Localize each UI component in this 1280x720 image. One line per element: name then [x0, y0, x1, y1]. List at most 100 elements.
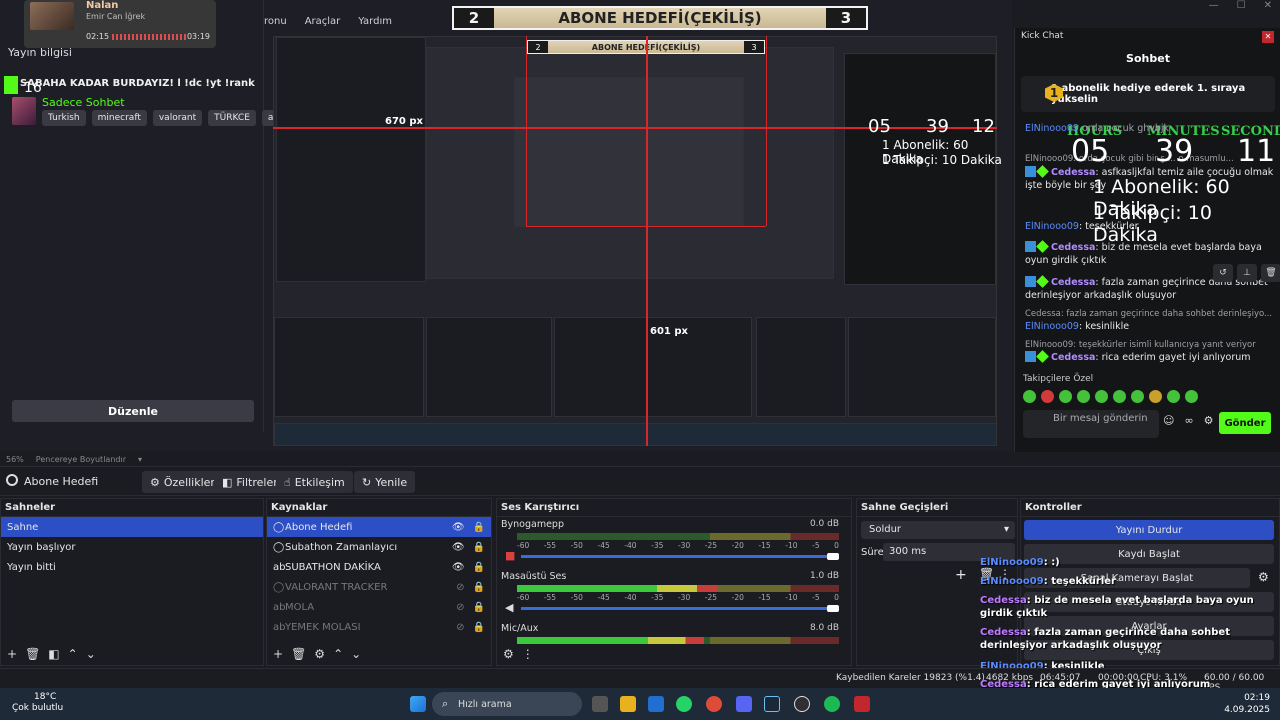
lock-icon[interactable]: 🔒 — [473, 522, 485, 533]
file-explorer-icon[interactable] — [620, 696, 636, 712]
weather-widget[interactable]: 18°C Çok bulutlu — [12, 692, 63, 714]
speaker-muted-icon[interactable]: ■ — [505, 549, 515, 562]
eye-icon[interactable]: 👁 — [452, 562, 465, 573]
lock-icon[interactable]: 🔒 — [473, 602, 485, 613]
source-item[interactable]: ab MOLA ⊘ 🔒 — [267, 597, 491, 617]
refresh-button[interactable]: ↻ Yenile — [354, 471, 416, 493]
trash-icon[interactable]: 🗑 — [25, 647, 40, 661]
emote-icon[interactable] — [1041, 390, 1054, 403]
scene-item[interactable]: Sahne — [1, 517, 263, 537]
lock-icon[interactable]: 🔒 — [473, 622, 485, 633]
emote-icon[interactable] — [1185, 390, 1198, 403]
interact-button[interactable]: ☝ Etkileşim — [276, 471, 353, 493]
minimize-icon[interactable]: — — [1209, 0, 1219, 14]
eye-off-icon[interactable]: ⊘ — [456, 622, 464, 633]
emote-icon[interactable] — [1167, 390, 1180, 403]
lock-icon[interactable]: 🔒 — [473, 562, 485, 573]
lock-icon[interactable]: 🔒 — [473, 542, 485, 553]
emote-icon[interactable] — [1023, 390, 1036, 403]
tag[interactable]: Turkish — [42, 110, 86, 126]
stop-streaming-button[interactable]: Yayını Durdur — [1024, 520, 1274, 540]
chat-message-input[interactable]: Bir mesaj gönderin — [1023, 410, 1159, 438]
steam-icon[interactable] — [764, 696, 780, 712]
system-clock[interactable]: 02:19 4.09.2025 — [1224, 692, 1270, 716]
add-icon[interactable]: + — [273, 647, 283, 661]
eye-icon[interactable]: 👁 — [452, 542, 465, 553]
menu-item-help[interactable]: Yardım — [356, 16, 394, 32]
scene-item[interactable]: Yayın başlıyor — [1, 537, 263, 557]
source-item[interactable]: ◯ VALORANT TRACKER ⊘ 🔒 — [267, 577, 491, 597]
windows-start-icon[interactable] — [410, 696, 426, 712]
chat-username[interactable]: ElNinooo09 — [1025, 321, 1079, 332]
source-item[interactable]: ◯ Subathon Zamanlayıcı 👁 🔒 — [267, 537, 491, 557]
volume-slider[interactable] — [521, 555, 839, 558]
taskbar-search[interactable]: Hızlı arama — [432, 692, 582, 716]
emote-icon[interactable] — [1113, 390, 1126, 403]
trash-icon[interactable]: 🗑 — [291, 647, 306, 661]
emote-icon[interactable] — [1077, 390, 1090, 403]
source-item[interactable]: ◯ Abone Hedefi 👁 🔒 — [267, 517, 491, 537]
chat-username[interactable]: ElNinooo09 — [1025, 123, 1079, 134]
send-message-button[interactable]: Gönder — [1219, 412, 1271, 434]
chat-username[interactable]: Cedessa — [1051, 352, 1095, 363]
eye-icon[interactable]: 👁 — [452, 522, 465, 533]
tag[interactable]: minecraft — [91, 110, 147, 126]
gift-icon[interactable]: ∞ — [1184, 414, 1193, 427]
close-icon[interactable]: ✕ — [1264, 0, 1272, 14]
delete-icon[interactable]: 🗑 — [1261, 264, 1280, 282]
settings-gear-icon[interactable]: ⚙ — [1258, 570, 1269, 584]
chat-username[interactable]: Cedessa — [1051, 277, 1095, 288]
chevron-down-icon[interactable]: ⌄ — [351, 647, 361, 661]
scene-item[interactable]: Yayın bitti — [1, 557, 263, 577]
filter-icon[interactable]: ◧ — [48, 647, 59, 661]
add-icon[interactable]: + — [7, 647, 17, 661]
volume-slider[interactable] — [521, 607, 839, 610]
transition-select[interactable]: Soldur ▾ — [861, 521, 1015, 539]
reply-icon[interactable]: ↺ — [1213, 264, 1233, 282]
emote-icon[interactable] — [1059, 390, 1072, 403]
more-icon[interactable]: ⋮ — [522, 647, 534, 661]
menu-item-tools[interactable]: Araçlar — [303, 16, 343, 32]
chevron-down-icon[interactable]: ▾ — [138, 455, 142, 464]
menu-item[interactable]: ronu — [262, 16, 289, 32]
source-item[interactable]: ab YEMEK MOLASI ⊘ 🔒 — [267, 617, 491, 637]
zoom-mode-select[interactable]: Pencereye Boyutlandır — [36, 455, 126, 464]
whatsapp-icon[interactable] — [676, 696, 692, 712]
volume-slider-handle[interactable] — [827, 553, 839, 560]
maximize-icon[interactable]: ☐ — [1237, 0, 1246, 14]
chat-username[interactable]: Cedessa — [1051, 242, 1095, 253]
tag[interactable]: valorant — [152, 110, 203, 126]
task-view-icon[interactable] — [592, 696, 608, 712]
edit-stream-button[interactable]: Düzenle — [12, 400, 254, 422]
emote-icon[interactable] — [1131, 390, 1144, 403]
speaker-icon[interactable]: ◀ — [505, 601, 513, 614]
chrome-icon[interactable] — [706, 696, 722, 712]
tag[interactable]: TÜRKCE — [208, 110, 256, 126]
eye-off-icon[interactable]: ⊘ — [456, 602, 464, 613]
filters-button[interactable]: ◧ Filtreler — [214, 471, 286, 493]
add-icon[interactable]: + — [955, 567, 967, 583]
start-recording-button[interactable]: Kaydı Başlat — [1024, 544, 1274, 564]
volume-slider-handle[interactable] — [827, 605, 839, 612]
emote-icon[interactable] — [1149, 390, 1162, 403]
outlook-icon[interactable] — [648, 696, 664, 712]
emoji-icon[interactable]: ☺ — [1163, 414, 1174, 427]
eye-off-icon[interactable]: ⊘ — [456, 582, 464, 593]
obs-icon[interactable] — [794, 696, 810, 712]
settings-gear-icon[interactable]: ⚙ — [1204, 414, 1214, 427]
chevron-down-icon[interactable]: ⌄ — [86, 647, 96, 661]
discord-icon[interactable] — [736, 696, 752, 712]
app-icon[interactable] — [854, 696, 870, 712]
close-icon[interactable]: ✕ — [1262, 31, 1274, 43]
properties-button[interactable]: ⚙ Özellikler — [142, 471, 223, 493]
settings-gear-icon[interactable]: ⚙ — [503, 647, 514, 661]
chevron-up-icon[interactable]: ⌃ — [68, 647, 78, 661]
spotify-icon[interactable] — [824, 696, 840, 712]
pin-icon[interactable]: ⊥ — [1237, 264, 1257, 282]
source-item[interactable]: ab SUBATHON DAKİKA 👁 🔒 — [267, 557, 491, 577]
gear-icon[interactable]: ⚙ — [314, 647, 325, 661]
chat-username[interactable]: ElNinooo09 — [1025, 221, 1079, 232]
lock-icon[interactable]: 🔒 — [473, 582, 485, 593]
emote-icon[interactable] — [1095, 390, 1108, 403]
obs-preview[interactable]: Nalan Emir Can İğrek 02:15 03:19 Yayın b… — [0, 0, 1012, 450]
